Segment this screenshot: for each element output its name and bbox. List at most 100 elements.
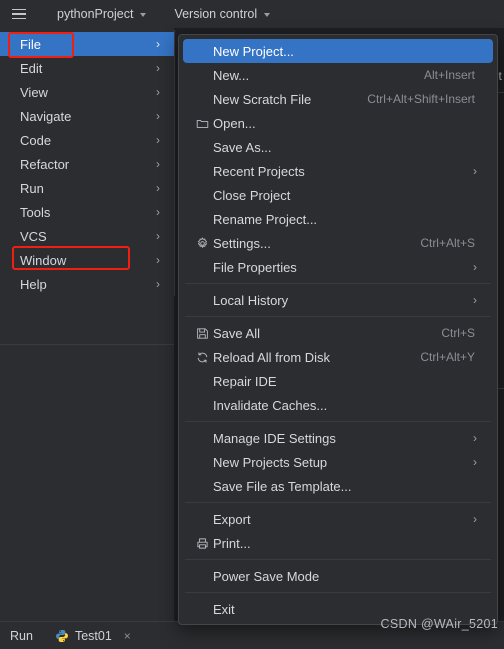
menu-item-shortcut: Ctrl+Alt+Shift+Insert bbox=[367, 92, 475, 106]
printer-icon bbox=[193, 536, 211, 550]
menu-item-label: New Projects Setup bbox=[213, 454, 328, 470]
menu-item-shortcut: Ctrl+S bbox=[441, 326, 475, 340]
menu-separator bbox=[185, 502, 491, 503]
menu-item-invalidate-caches[interactable]: Invalidate Caches... bbox=[183, 393, 493, 417]
menu-item-label: Close Project bbox=[213, 187, 291, 203]
chevron-right-icon: › bbox=[156, 253, 160, 267]
menu-item-save-all[interactable]: Save All Ctrl+S bbox=[183, 321, 493, 345]
menu-item-print[interactable]: Print... bbox=[183, 531, 493, 555]
menu-item-label: Power Save Mode bbox=[213, 568, 320, 584]
menu-item-new-project[interactable]: New Project... bbox=[183, 39, 493, 63]
main-menu-item-code[interactable]: Code › bbox=[0, 128, 174, 152]
menu-separator bbox=[185, 283, 491, 284]
main-menu-item-label: View bbox=[20, 84, 48, 100]
menu-item-close-project[interactable]: Close Project bbox=[183, 183, 493, 207]
menu-item-label: Reload All from Disk bbox=[213, 349, 331, 365]
save-icon bbox=[193, 326, 211, 340]
menu-item-new-projects-setup[interactable]: New Projects Setup › bbox=[183, 450, 493, 474]
python-icon bbox=[55, 629, 68, 642]
menu-item-repair-ide[interactable]: Repair IDE bbox=[183, 369, 493, 393]
no-icon bbox=[193, 602, 211, 616]
main-menu-item-tools[interactable]: Tools › bbox=[0, 200, 174, 224]
menu-item-label: Open... bbox=[213, 115, 256, 131]
main-menu-item-edit[interactable]: Edit › bbox=[0, 56, 174, 80]
version-control-selector[interactable]: Version control bbox=[167, 3, 277, 25]
main-menu-item-navigate[interactable]: Navigate › bbox=[0, 104, 174, 128]
menu-item-power-save-mode[interactable]: Power Save Mode bbox=[183, 564, 493, 588]
chevron-right-icon: › bbox=[156, 277, 160, 291]
menu-item-open[interactable]: Open... bbox=[183, 111, 493, 135]
menu-item-label: Invalidate Caches... bbox=[213, 397, 328, 413]
menu-item-recent-projects[interactable]: Recent Projects › bbox=[183, 159, 493, 183]
menu-item-label: Save File as Template... bbox=[213, 478, 352, 494]
menu-separator bbox=[185, 559, 491, 560]
menu-separator bbox=[185, 592, 491, 593]
main-menu-item-view[interactable]: View › bbox=[0, 80, 174, 104]
chevron-right-icon: › bbox=[156, 157, 160, 171]
refresh-icon bbox=[193, 350, 211, 364]
gear-icon bbox=[193, 236, 211, 250]
menu-item-label: Repair IDE bbox=[213, 373, 277, 389]
main-menu-item-label: Run bbox=[20, 180, 44, 196]
chevron-right-icon: › bbox=[156, 205, 160, 219]
file-submenu: New Project... New... Alt+Insert New Scratc… bbox=[178, 34, 498, 625]
menu-item-save-as[interactable]: Save As... bbox=[183, 135, 493, 159]
menu-item-manage-ide-settings[interactable]: Manage IDE Settings › bbox=[183, 426, 493, 450]
version-control-label: Version control bbox=[174, 7, 258, 21]
no-icon bbox=[193, 140, 211, 154]
chevron-down-icon bbox=[264, 13, 271, 17]
run-tab-title[interactable]: Run bbox=[10, 629, 33, 643]
menu-item-rename-project[interactable]: Rename Project... bbox=[183, 207, 493, 231]
menu-item-label: Local History bbox=[213, 292, 289, 308]
menu-item-file-properties[interactable]: File Properties › bbox=[183, 255, 493, 279]
menu-item-save-file-as-template[interactable]: Save File as Template... bbox=[183, 474, 493, 498]
no-icon bbox=[193, 455, 211, 469]
top-toolbar: pythonProject Version control bbox=[0, 0, 504, 28]
no-icon bbox=[193, 260, 211, 274]
main-menu-item-vcs[interactable]: VCS › bbox=[0, 224, 174, 248]
menu-item-new-scratch-file[interactable]: New Scratch File Ctrl+Alt+Shift+Insert bbox=[183, 87, 493, 111]
run-configuration-tab[interactable]: Test01 × bbox=[55, 629, 131, 643]
main-menu-item-label: Tools bbox=[20, 204, 51, 220]
chevron-right-icon: › bbox=[156, 85, 160, 99]
menu-item-label: Print... bbox=[213, 535, 251, 551]
menu-item-local-history[interactable]: Local History › bbox=[183, 288, 493, 312]
main-menu-item-label: Window bbox=[20, 252, 67, 268]
no-icon bbox=[193, 398, 211, 412]
menu-item-settings[interactable]: Settings... Ctrl+Alt+S bbox=[183, 231, 493, 255]
chevron-right-icon: › bbox=[156, 229, 160, 243]
menu-item-export[interactable]: Export › bbox=[183, 507, 493, 531]
folder-icon bbox=[193, 116, 211, 130]
chevron-right-icon: › bbox=[156, 109, 160, 123]
chevron-right-icon: › bbox=[156, 37, 160, 51]
menu-item-reload-all-from-disk[interactable]: Reload All from Disk Ctrl+Alt+Y bbox=[183, 345, 493, 369]
main-menu-item-window[interactable]: Window › bbox=[0, 248, 174, 272]
menu-item-shortcut: Ctrl+Alt+S bbox=[420, 236, 475, 250]
main-menu-item-run[interactable]: Run › bbox=[0, 176, 174, 200]
no-icon bbox=[193, 512, 211, 526]
main-menu-item-label: VCS bbox=[20, 228, 47, 244]
menu-separator bbox=[185, 316, 491, 317]
menu-item-shortcut: Alt+Insert bbox=[423, 68, 475, 82]
main-menu-item-file[interactable]: File › bbox=[0, 32, 174, 56]
chevron-down-icon bbox=[140, 13, 147, 17]
no-icon bbox=[193, 431, 211, 445]
main-menu-item-help[interactable]: Help › bbox=[0, 272, 174, 296]
project-name-label: pythonProject bbox=[57, 7, 134, 21]
chevron-right-icon: › bbox=[156, 61, 160, 75]
close-icon[interactable]: × bbox=[124, 629, 131, 643]
menu-item-new[interactable]: New... Alt+Insert bbox=[183, 63, 493, 87]
no-icon bbox=[193, 68, 211, 82]
no-icon bbox=[193, 44, 211, 58]
menu-item-label: File Properties bbox=[213, 259, 297, 275]
main-menu-item-label: Refactor bbox=[20, 156, 70, 172]
menu-item-label: New Project... bbox=[213, 43, 294, 59]
menu-item-label: Exit bbox=[213, 601, 235, 617]
menu-item-label: Save As... bbox=[213, 139, 272, 155]
chevron-right-icon: › bbox=[473, 260, 477, 274]
hamburger-icon[interactable] bbox=[6, 1, 32, 27]
project-selector[interactable]: pythonProject bbox=[50, 3, 153, 25]
main-menu-item-label: Code bbox=[20, 132, 52, 148]
chevron-right-icon: › bbox=[473, 455, 477, 469]
main-menu-item-refactor[interactable]: Refactor › bbox=[0, 152, 174, 176]
